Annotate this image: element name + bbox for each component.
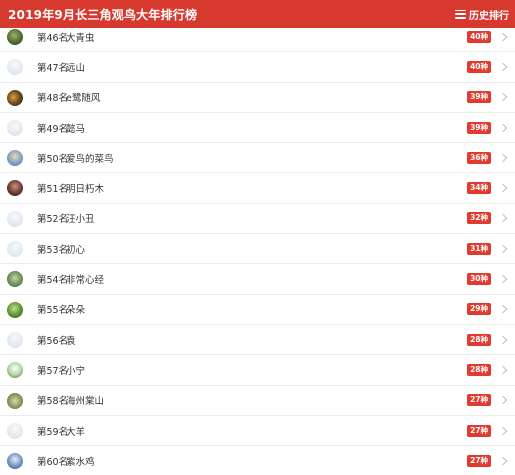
app-header: 2019年9月长三角观鸟大年排行榜 历史排行	[0, 0, 515, 28]
user-name: 初心	[66, 244, 86, 256]
menu-icon	[455, 9, 466, 19]
ranking-row[interactable]: 第50名 爱鸟的菜鸟 36种	[0, 143, 515, 174]
avatar	[7, 301, 23, 318]
avatar	[7, 59, 23, 76]
avatar	[7, 89, 23, 106]
ranking-row[interactable]: 第57名 小宁 28种	[0, 355, 515, 386]
page-title: 2019年9月长三角观鸟大年排行榜	[8, 7, 198, 22]
species-count-badge: 28种	[467, 363, 491, 376]
user-name: 非常心经	[66, 275, 105, 287]
rank-label: 第48名	[37, 93, 69, 105]
chevron-right-icon	[498, 183, 508, 193]
user-name: 紫水鸡	[66, 456, 95, 468]
species-count-badge: 36种	[467, 151, 491, 164]
chevron-right-icon	[498, 32, 508, 41]
species-count-badge: 27种	[467, 424, 491, 437]
rank-label: 第57名	[37, 365, 69, 377]
avatar	[7, 119, 23, 136]
species-count-badge: 31种	[467, 242, 491, 255]
avatar	[7, 210, 23, 227]
avatar	[7, 29, 23, 45]
species-count-badge: 40种	[467, 30, 491, 43]
rank-label: 第50名	[37, 153, 69, 165]
rank-label: 第55名	[37, 305, 69, 317]
avatar	[7, 180, 23, 197]
user-name: 懿马	[66, 123, 86, 135]
species-count-badge: 27种	[467, 394, 491, 407]
rank-label: 第56名	[37, 335, 69, 347]
user-name: 大青虫	[66, 32, 95, 44]
species-count-badge: 34种	[467, 182, 491, 195]
user-name: 海州棠山	[66, 396, 105, 408]
chevron-right-icon	[498, 244, 508, 253]
species-count-badge: 40种	[467, 60, 491, 73]
species-count-badge: 28种	[467, 333, 491, 346]
user-name: 爱鸟的菜鸟	[66, 153, 114, 165]
ranking-row[interactable]: 第58名 海州棠山 27种	[0, 386, 515, 416]
user-name: 汪小丑	[66, 214, 95, 226]
species-count-badge: 30种	[467, 273, 491, 286]
avatar	[7, 241, 23, 258]
chevron-right-icon	[498, 153, 508, 163]
species-count-badge: 39种	[467, 121, 491, 134]
avatar	[7, 422, 23, 439]
avatar	[7, 453, 23, 470]
user-name: e鹭随风	[66, 93, 101, 105]
species-count-badge: 39种	[467, 91, 491, 104]
ranking-row[interactable]: 第55名 朵朵 29种	[0, 295, 515, 325]
chevron-right-icon	[498, 335, 508, 344]
rank-label: 第58名	[37, 396, 69, 408]
ranking-row[interactable]: 第54名 非常心经 30种	[0, 264, 515, 295]
chevron-right-icon	[498, 305, 508, 314]
ranking-row[interactable]: 第60名 紫水鸡 27种	[0, 446, 515, 475]
rank-label: 第54名	[37, 275, 69, 287]
rank-label: 第51名	[37, 184, 69, 196]
history-ranking-button[interactable]: 历史排行	[455, 7, 509, 22]
rank-label: 第53名	[37, 244, 69, 256]
user-name: 袁	[66, 335, 76, 347]
chevron-right-icon	[498, 395, 508, 405]
ranking-row[interactable]: 第49名 懿马 39种	[0, 113, 515, 144]
user-name: 大羊	[66, 426, 86, 438]
ranking-row[interactable]: 第48名 e鹭随风 39种	[0, 83, 515, 113]
chevron-right-icon	[498, 62, 508, 72]
ranking-row[interactable]: 第53名 初心 31种	[0, 234, 515, 265]
avatar	[7, 150, 23, 167]
ranking-row[interactable]: 第52名 汪小丑 32种	[0, 204, 515, 235]
avatar	[7, 271, 23, 288]
species-count-badge: 32种	[467, 212, 491, 225]
rank-label: 第46名	[37, 32, 69, 44]
rank-label: 第47名	[37, 62, 69, 74]
rank-label: 第49名	[37, 123, 69, 135]
ranking-row[interactable]: 第47名 远山 40种	[0, 52, 515, 83]
user-name: 明日朽木	[66, 184, 105, 196]
rank-label: 第60名	[37, 456, 69, 468]
chevron-right-icon	[498, 274, 508, 284]
user-name: 朵朵	[66, 305, 86, 317]
chevron-right-icon	[498, 456, 508, 466]
ranking-row[interactable]: 第59名 大羊 27种	[0, 416, 515, 447]
history-ranking-label: 历史排行	[469, 10, 509, 22]
ranking-row[interactable]: 第51名 明日朽木 34种	[0, 173, 515, 204]
chevron-right-icon	[498, 214, 508, 223]
user-name: 小宁	[66, 365, 86, 377]
user-name: 远山	[66, 62, 86, 74]
ranking-row[interactable]: 第56名袁 28种	[0, 325, 515, 356]
rank-label: 第52名	[37, 214, 69, 226]
species-count-badge: 29种	[467, 303, 491, 316]
avatar	[7, 362, 23, 379]
chevron-right-icon	[498, 92, 508, 102]
chevron-right-icon	[498, 123, 508, 132]
rank-label: 第59名	[37, 426, 69, 438]
chevron-right-icon	[498, 365, 508, 375]
species-count-badge: 27种	[467, 454, 491, 467]
avatar	[7, 392, 23, 409]
chevron-right-icon	[498, 426, 508, 435]
ranking-list: 第46名 大青虫 40种 第47名 远山 40种 第48名 e鹭随风 39种 第49名 懿马 39种第…	[0, 22, 515, 475]
avatar	[7, 331, 23, 348]
